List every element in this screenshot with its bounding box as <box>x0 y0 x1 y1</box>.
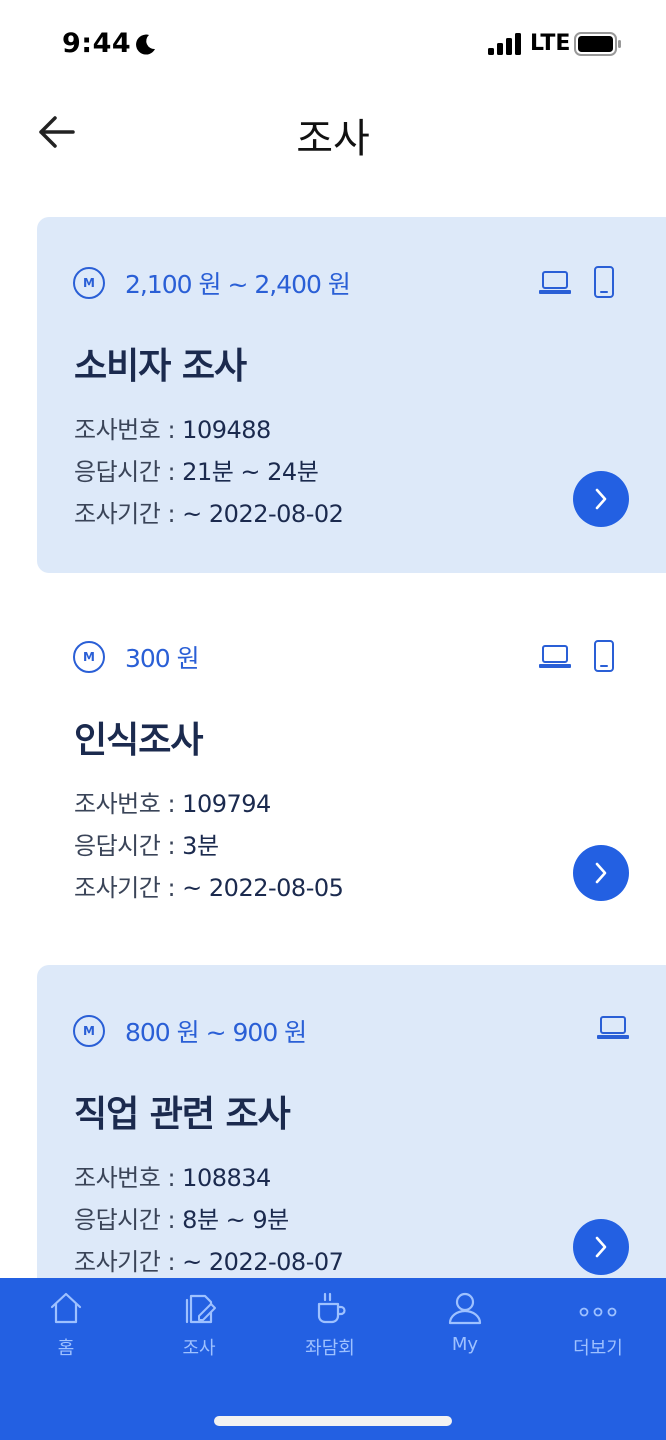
chevron-right-icon <box>595 1236 607 1258</box>
nav-label: 홈 <box>57 1338 75 1359</box>
laptop-icon <box>597 1016 629 1039</box>
status-bar: 9:44 LTE <box>0 0 666 90</box>
nav-label: My <box>451 1334 479 1355</box>
survey-title: 소비자 조사 <box>74 346 247 387</box>
response-time-label: 응답시간 : <box>74 1206 183 1234</box>
cellular-signal-icon <box>488 33 521 55</box>
survey-period-line: 조사기간 : ~ 2022-08-07 <box>74 1242 344 1277</box>
device-icons <box>597 1013 629 1041</box>
survey-number-value: 109488 <box>182 416 271 444</box>
survey-number-line: 조사번호 : 109488 <box>74 410 271 445</box>
reward-row: M 2,100 원 ~ 2,400 원 <box>73 263 351 303</box>
survey-number-value: 108834 <box>182 1164 271 1192</box>
nav-item-survey[interactable]: 조사 <box>149 1290 249 1370</box>
nav-label: 조사 <box>182 1338 216 1359</box>
app-header: 조사 <box>0 90 666 180</box>
reward-amount: 300 원 <box>125 644 200 673</box>
chevron-right-icon <box>595 488 607 510</box>
battery-icon <box>574 32 621 56</box>
survey-period-label: 조사기간 : <box>74 1248 183 1276</box>
open-survey-button[interactable] <box>573 471 629 527</box>
survey-card[interactable]: M 800 원 ~ 900 원 직업 관련 조사 조사번호 : 108834 응… <box>37 965 666 1321</box>
response-time-label: 응답시간 : <box>74 832 183 860</box>
survey-period-label: 조사기간 : <box>74 874 183 902</box>
survey-number-line: 조사번호 : 108834 <box>74 1158 271 1193</box>
chevron-right-icon <box>595 862 607 884</box>
survey-number-line: 조사번호 : 109794 <box>74 784 271 819</box>
home-icon <box>50 1292 82 1324</box>
reward-amount: 2,100 원 ~ 2,400 원 <box>125 270 351 299</box>
nav-item-home[interactable]: 홈 <box>16 1290 116 1370</box>
response-time-line: 응답시간 : 21분 ~ 24분 <box>74 452 319 487</box>
network-type-label: LTE <box>530 31 571 56</box>
survey-period-value: ~ 2022-08-02 <box>182 500 344 528</box>
device-icons <box>539 265 615 299</box>
phone-icon <box>594 640 614 672</box>
response-time-value: 21분 ~ 24분 <box>182 458 319 486</box>
survey-period-value: ~ 2022-08-05 <box>182 874 344 902</box>
device-icons <box>539 639 615 673</box>
response-time-label: 응답시간 : <box>74 458 183 486</box>
survey-period-value: ~ 2022-08-07 <box>182 1248 344 1276</box>
response-time-value: 8분 ~ 9분 <box>182 1206 289 1234</box>
status-time: 9:44 <box>62 28 132 59</box>
more-icon <box>579 1307 617 1317</box>
response-time-value: 3분 <box>182 832 219 860</box>
nav-item-more[interactable]: 더보기 <box>548 1290 648 1370</box>
survey-period-line: 조사기간 : ~ 2022-08-02 <box>74 494 344 529</box>
open-survey-button[interactable] <box>573 1219 629 1275</box>
coin-icon: M <box>73 267 105 299</box>
nav-item-my[interactable]: My <box>415 1290 515 1370</box>
user-icon <box>448 1292 482 1325</box>
nav-label: 좌담회 <box>305 1338 355 1359</box>
survey-period-label: 조사기간 : <box>74 500 183 528</box>
coin-icon: M <box>73 1015 105 1047</box>
home-indicator[interactable] <box>214 1416 452 1426</box>
survey-number-label: 조사번호 : <box>74 1164 183 1192</box>
survey-number-label: 조사번호 : <box>74 790 183 818</box>
response-time-line: 응답시간 : 3분 <box>74 826 219 861</box>
survey-number-label: 조사번호 : <box>74 416 183 444</box>
open-survey-button[interactable] <box>573 845 629 901</box>
survey-card[interactable]: M 300 원 인식조사 조사번호 : 109794 응답시간 : 3분 조사기… <box>37 591 666 947</box>
survey-icon <box>185 1294 216 1324</box>
page-title: 조사 <box>296 116 370 162</box>
survey-title: 인식조사 <box>74 720 203 761</box>
reward-row: M 800 원 ~ 900 원 <box>73 1011 307 1051</box>
response-time-line: 응답시간 : 8분 ~ 9분 <box>74 1200 289 1235</box>
survey-period-line: 조사기간 : ~ 2022-08-05 <box>74 868 344 903</box>
moon-icon <box>136 34 155 55</box>
survey-title: 직업 관련 조사 <box>74 1094 291 1135</box>
reward-row: M 300 원 <box>73 637 200 677</box>
survey-number-value: 109794 <box>182 790 271 818</box>
coin-icon: M <box>73 641 105 673</box>
nav-label: 더보기 <box>573 1338 623 1359</box>
reward-amount: 800 원 ~ 900 원 <box>125 1018 307 1047</box>
survey-card[interactable]: M 2,100 원 ~ 2,400 원 소비자 조사 조사번호 : 109488… <box>37 217 666 573</box>
nav-item-group-discussion[interactable]: 좌담회 <box>280 1290 380 1370</box>
cup-icon <box>317 1292 346 1324</box>
phone-icon <box>594 266 614 298</box>
laptop-icon <box>539 645 571 668</box>
laptop-icon <box>539 271 571 294</box>
